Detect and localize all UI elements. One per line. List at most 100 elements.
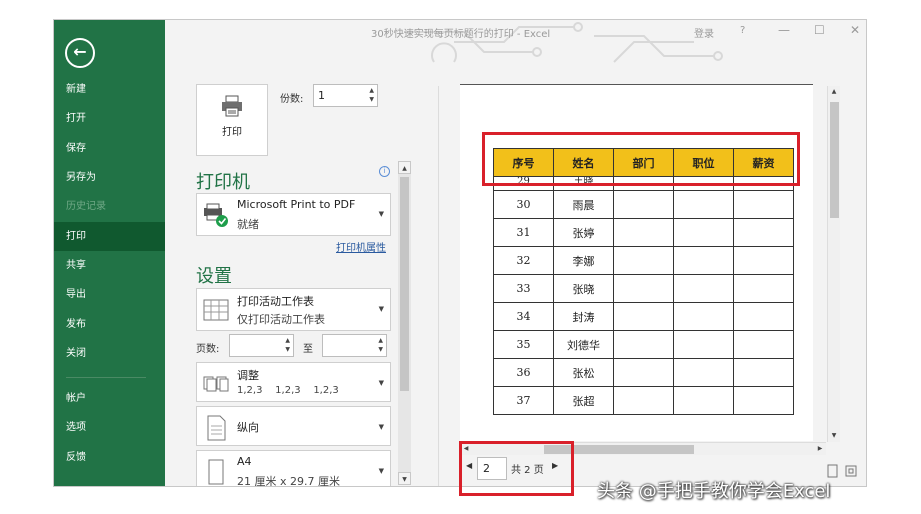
printer-status: 就绪 (237, 218, 259, 231)
collate-sub: 1,2,3 1,2,3 1,2,3 (237, 385, 339, 396)
cell (613, 358, 674, 387)
scroll-down-icon[interactable]: ▼ (398, 472, 411, 485)
print-button[interactable]: 打印 (196, 84, 268, 156)
portrait-page-icon (207, 415, 226, 441)
printer-heading: 打印机 (196, 172, 250, 193)
cell (613, 246, 674, 275)
copies-value: 1 (318, 89, 325, 102)
collate-title: 调整 (237, 369, 259, 382)
cell-id: 32 (493, 246, 554, 275)
cell (673, 274, 734, 303)
cell (733, 246, 794, 275)
stepper-arrows-icon[interactable]: ▲ ▼ (285, 336, 290, 354)
cell-id: 37 (493, 386, 554, 415)
settings-scrollbar[interactable]: ▲ ▼ (398, 161, 411, 485)
table-row: 35 刘德华 (493, 330, 794, 359)
cell (613, 386, 674, 415)
cell (673, 246, 734, 275)
pages-from-stepper[interactable]: ▲ ▼ (229, 334, 294, 357)
sidebar-item-save[interactable]: 保存 (54, 134, 165, 163)
scrollbar-thumb[interactable] (830, 102, 839, 218)
cell (673, 190, 734, 219)
cell (673, 358, 734, 387)
chevron-down-icon: ▼ (378, 423, 384, 431)
pages-to-stepper[interactable]: ▲ ▼ (322, 334, 387, 357)
minimize-button[interactable]: — (778, 23, 790, 37)
chevron-down-icon: ▼ (378, 379, 384, 387)
sidebar-item-options[interactable]: 选项 (54, 413, 165, 442)
sidebar-item-close[interactable]: 关闭 (54, 339, 165, 368)
info-icon[interactable]: i (379, 166, 390, 177)
orientation-select[interactable]: 纵向 ▼ (196, 406, 391, 446)
printer-properties-link[interactable]: 打印机属性 (336, 239, 386, 254)
table-row: 33 张晓 (493, 274, 794, 303)
title-bar: 30秒快速实现每页标题行的打印 - Excel 登录 ? — ☐ ✕ (166, 20, 866, 44)
sidebar-item-account[interactable]: 帐户 (54, 384, 165, 413)
chevron-down-icon: ▼ (378, 305, 384, 313)
pages-to-label: 至 (303, 344, 313, 355)
cell-name: 封涛 (553, 302, 614, 331)
sidebar-item-export[interactable]: 导出 (54, 280, 165, 309)
paper-size-sub: 21 厘米 x 29.7 厘米 (237, 475, 340, 487)
cell (613, 302, 674, 331)
cell (733, 386, 794, 415)
page-navigator-highlight (459, 441, 574, 496)
chevron-down-icon: ▼ (378, 467, 384, 475)
sidebar-item-open[interactable]: 打开 (54, 104, 165, 133)
back-button[interactable]: ← (65, 38, 95, 68)
sidebar-item-save-as[interactable]: 另存为 (54, 163, 165, 192)
pane-divider (438, 86, 439, 486)
table-row: 31 张婷 (493, 218, 794, 247)
table-row: 32 李娜 (493, 246, 794, 275)
help-button[interactable]: ? (740, 25, 745, 36)
cell (673, 218, 734, 247)
cell-name: 张婷 (553, 218, 614, 247)
table-row: 30 雨晨 (493, 190, 794, 219)
cell (613, 274, 674, 303)
cell (733, 330, 794, 359)
title-row-highlight (482, 132, 800, 186)
paper-icon (208, 459, 224, 485)
login-link[interactable]: 登录 (694, 25, 714, 40)
cell-name: 雨晨 (553, 190, 614, 219)
print-button-label: 打印 (222, 127, 242, 138)
scroll-up-icon[interactable]: ▲ (828, 86, 840, 98)
close-button[interactable]: ✕ (850, 23, 860, 37)
cell (613, 218, 674, 247)
cell-name: 李娜 (553, 246, 614, 275)
sidebar-item-publish[interactable]: 发布 (54, 310, 165, 339)
orientation-value: 纵向 (237, 421, 259, 434)
sidebar-item-new[interactable]: 新建 (54, 75, 165, 104)
cell (673, 386, 734, 415)
sidebar-item-share[interactable]: 共享 (54, 251, 165, 280)
scroll-down-icon[interactable]: ▼ (828, 430, 840, 442)
scroll-up-icon[interactable]: ▲ (398, 161, 411, 174)
sidebar-divider (66, 377, 146, 378)
print-scope-select[interactable]: 打印活动工作表 仅打印活动工作表 ▼ (196, 288, 391, 331)
table-row: 34 封涛 (493, 302, 794, 331)
printer-select[interactable]: Microsoft Print to PDF 就绪 ▼ (196, 193, 391, 236)
chevron-down-icon: ▼ (378, 210, 384, 218)
paper-size-select[interactable]: A4 21 厘米 x 29.7 厘米 ▼ (196, 450, 391, 487)
print-scope-title: 打印活动工作表 (237, 295, 314, 308)
stepper-arrows-icon[interactable]: ▲ ▼ (378, 336, 383, 354)
scroll-right-icon[interactable]: ▶ (814, 443, 826, 455)
collate-select[interactable]: 调整 1,2,3 1,2,3 1,2,3 ▼ (196, 362, 391, 402)
cell-name: 张超 (553, 386, 614, 415)
sidebar-item-print[interactable]: 打印 (54, 222, 165, 251)
cell (733, 190, 794, 219)
paper-size-title: A4 (237, 455, 252, 468)
cell (673, 330, 734, 359)
sidebar-item-feedback[interactable]: 反馈 (54, 443, 165, 472)
printer-name: Microsoft Print to PDF (237, 198, 356, 211)
maximize-button[interactable]: ☐ (814, 23, 825, 37)
zoom-to-page-icon[interactable] (827, 464, 857, 478)
worksheet-icon (203, 299, 229, 321)
copies-stepper[interactable]: 1 ▲ ▼ (313, 84, 378, 107)
sidebar-item-history: 历史记录 (66, 201, 106, 212)
print-scope-sub: 仅打印活动工作表 (237, 313, 325, 326)
scrollbar-thumb[interactable] (400, 177, 409, 391)
preview-vertical-scrollbar[interactable]: ▲ ▼ (827, 86, 840, 442)
cell (733, 302, 794, 331)
stepper-arrows-icon[interactable]: ▲ ▼ (369, 86, 374, 104)
